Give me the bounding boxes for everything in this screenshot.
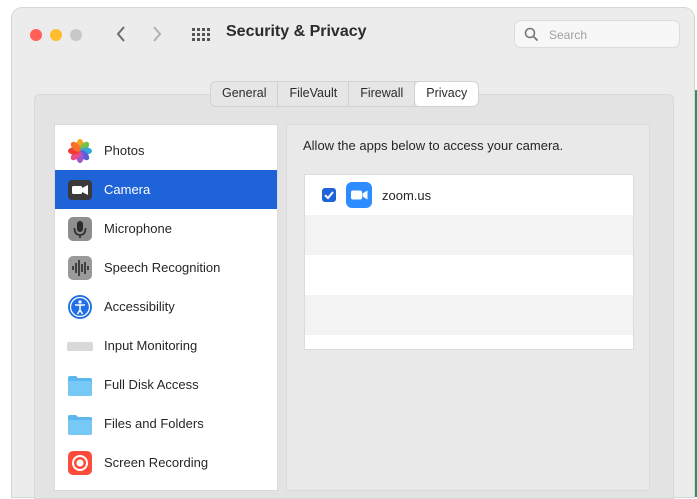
sidebar-item-label: Camera (104, 182, 151, 197)
pane-description: Allow the apps below to access your came… (303, 138, 564, 153)
folder-icon (68, 414, 92, 435)
search-input[interactable] (547, 25, 671, 45)
photos-icon (68, 138, 92, 163)
sidebar-item-screen-recording[interactable]: Screen Recording (55, 443, 277, 482)
folder-icon (68, 375, 92, 396)
tab-general[interactable]: General (211, 82, 279, 106)
tab-privacy[interactable]: Privacy (415, 82, 479, 106)
search-field[interactable] (514, 20, 680, 48)
tab-bar: General FileVault Firewall Privacy (210, 81, 480, 107)
sidebar-item-label: Microphone (104, 221, 172, 236)
search-icon (524, 27, 539, 42)
close-window-button[interactable] (30, 29, 42, 41)
app-permission-list: zoom.us (304, 174, 634, 350)
zoom-access-checkbox[interactable] (322, 188, 336, 202)
title-bar: Security & Privacy (12, 8, 694, 60)
sidebar-item-label: Files and Folders (104, 416, 204, 431)
empty-list-row (305, 255, 633, 295)
sidebar-item-label: Screen Recording (104, 455, 209, 470)
camera-icon (68, 179, 92, 200)
sidebar-item-label: Accessibility (104, 299, 175, 314)
sidebar-item-files-and-folders[interactable]: Files and Folders (55, 404, 277, 443)
sidebar-item-accessibility[interactable]: Accessibility (55, 287, 277, 326)
sidebar-item-input-monitoring[interactable]: Input Monitoring (55, 326, 277, 365)
keyboard-icon (67, 341, 93, 351)
tab-firewall[interactable]: Firewall (349, 82, 416, 106)
sidebar-item-full-disk-access[interactable]: Full Disk Access (55, 365, 277, 404)
tab-filevault[interactable]: FileVault (278, 82, 350, 106)
microphone-icon (68, 216, 92, 241)
empty-list-row (305, 215, 633, 255)
security-privacy-window: Security & Privacy General FileVault Fir… (12, 8, 694, 499)
forward-button[interactable] (146, 20, 168, 48)
sidebar-item-photos[interactable]: Photos (55, 131, 277, 170)
sidebar-item-label: Speech Recognition (104, 260, 221, 275)
sidebar-item-label: Full Disk Access (104, 377, 199, 392)
zoom-icon (346, 182, 372, 208)
privacy-category-list: Photos Camera Microphone Speech Recognit… (54, 124, 278, 491)
screen-recording-icon (68, 450, 92, 475)
sidebar-item-speech-recognition[interactable]: Speech Recognition (55, 248, 277, 287)
window-title: Security & Privacy (226, 23, 367, 40)
camera-permissions-pane: Allow the apps below to access your came… (286, 124, 650, 491)
zoom-window-button[interactable] (70, 29, 82, 41)
sidebar-item-label: Input Monitoring (104, 338, 198, 353)
list-item: zoom.us (305, 175, 633, 215)
sidebar-item-camera[interactable]: Camera (55, 170, 277, 209)
speech-recognition-icon (68, 255, 92, 280)
minimize-window-button[interactable] (50, 29, 62, 41)
accessibility-icon (68, 294, 92, 319)
show-all-grid-icon[interactable] (192, 28, 210, 41)
empty-list-row (305, 295, 633, 335)
app-name: zoom.us (382, 187, 432, 203)
chevron-left-icon (116, 26, 125, 42)
chevron-right-icon (153, 26, 162, 42)
checkmark-icon (324, 191, 334, 200)
sidebar-item-label: Photos (104, 143, 145, 158)
sidebar-item-microphone[interactable]: Microphone (55, 209, 277, 248)
back-button[interactable] (110, 20, 132, 48)
